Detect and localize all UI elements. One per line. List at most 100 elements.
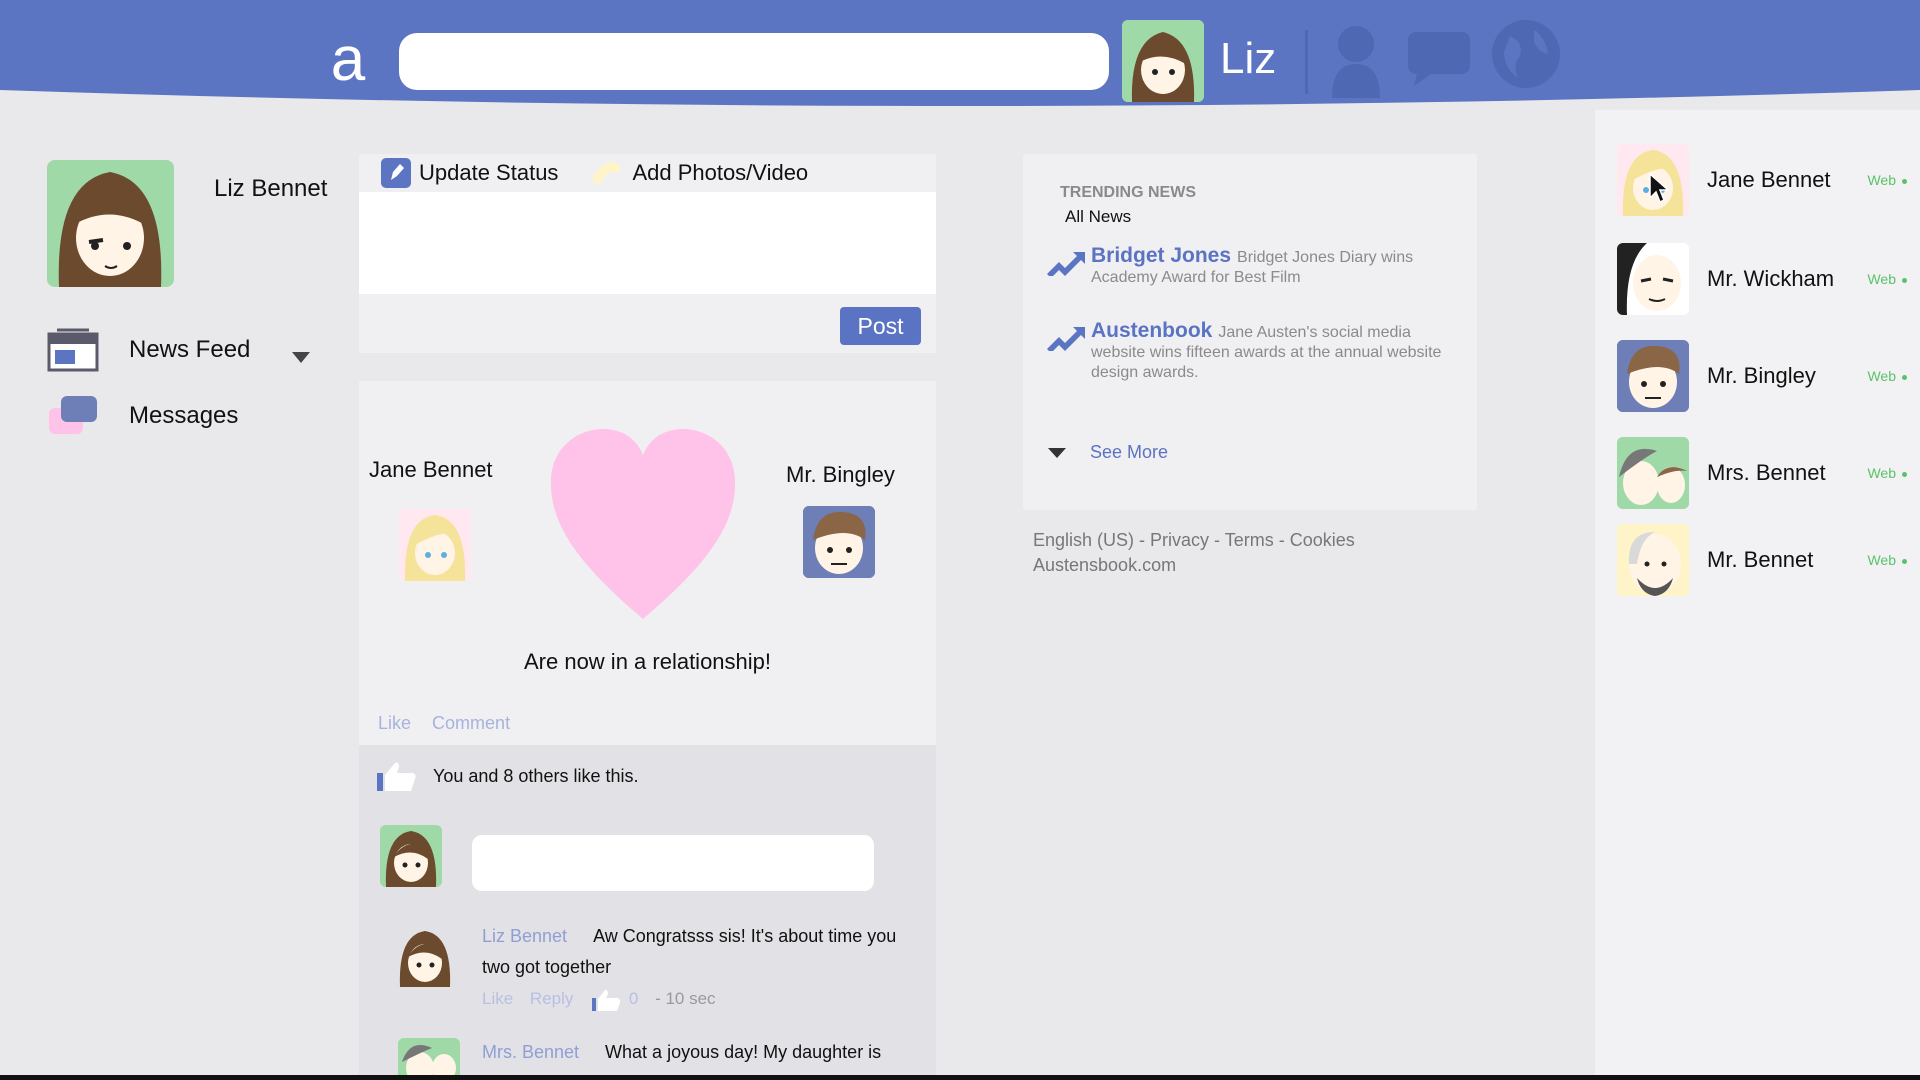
mrs-bennet-avatar-icon [1617,437,1689,509]
top-bar: a Liz [0,0,1920,118]
online-status: Web [1867,271,1907,287]
comment-like-link[interactable]: Like [482,989,513,1008]
status-textarea[interactable] [359,192,936,294]
friend-avatar [1617,340,1689,412]
messages-icon [49,396,97,434]
likes-text: You and 8 others like this. [433,765,639,786]
liz-avatar-icon [1122,20,1204,102]
friend-item-mr-wickham[interactable]: Mr. Wickham Web [1617,243,1907,315]
header-divider [1305,30,1308,94]
trending-arrow-icon [1047,327,1085,351]
like-link[interactable]: Like [378,713,411,733]
friend-name: Mr. Wickham [1707,266,1835,291]
bingley-avatar-icon [1617,340,1689,412]
profile-avatar[interactable] [47,160,174,287]
chevron-down-icon [1048,447,1066,458]
comment: Mrs. Bennet What a joyous day! My daughte… [482,1037,912,1068]
jane-avatar-icon [399,509,471,581]
see-more-label: See More [1090,442,1169,462]
thumbs-up-icon [377,762,416,791]
comment-avatar[interactable] [398,1038,460,1080]
wickham-avatar-icon [1617,243,1689,315]
friend-avatar [1617,243,1689,315]
comment-avatar[interactable] [394,925,456,987]
relationship-story: Jane Bennet Mr. Bingley Are now in a rel… [359,381,936,745]
trending-item[interactable]: Austenbook Jane Austen's social media web… [1045,319,1445,383]
friend-name: Mrs. Bennet [1707,460,1826,485]
messages-icon[interactable] [1406,30,1472,86]
footer-site: Austensbook.com [1033,555,1177,575]
comment-input[interactable] [472,835,874,891]
comment-timestamp: - 10 sec [655,989,716,1008]
friend-item-mrs-bennet[interactable]: Mrs. Bennet Web [1617,437,1907,509]
online-status: Web [1867,172,1907,188]
footer: English (US) - Privacy - Terms - Cookies… [1033,528,1355,578]
online-status: Web [1867,465,1907,481]
liz-avatar-icon [394,925,456,987]
trending-item-title[interactable]: Bridget Jones [1091,244,1231,267]
friend-name: Jane Bennet [1707,167,1831,192]
bingley-avatar-icon [803,506,875,578]
svg-text:a: a [331,30,366,90]
tab-label: Update Status [419,160,559,185]
bingley-avatar[interactable] [803,506,875,578]
search-input[interactable] [399,33,1109,90]
comment-like-count: 0 [628,989,639,1008]
friend-item-mr-bennet[interactable]: Mr. Bennet Web [1617,524,1907,596]
bottom-edge [0,1075,1920,1080]
mr-bennet-avatar-icon [1617,524,1689,596]
footer-links[interactable]: English (US) - Privacy - Terms - Cookies [1033,528,1355,553]
online-status: Web [1867,368,1907,384]
comment-author[interactable]: Mrs. Bennet [482,1042,579,1062]
news-feed-icon [47,328,99,372]
header-avatar[interactable] [1122,20,1204,102]
chevron-down-icon[interactable] [292,352,310,363]
composer-tabs: Update Status Add Photos/Video [359,154,936,192]
post-button[interactable]: Post [840,307,921,345]
online-status: Web [1867,552,1907,568]
friend-name: Mr. Bingley [1707,363,1816,388]
header-user-name[interactable]: Liz [1220,34,1276,84]
trending-item-title[interactable]: Austenbook [1091,319,1212,342]
heart-icon [550,429,736,619]
profile-name[interactable]: Liz Bennet [214,175,327,203]
notifications-globe-icon[interactable] [1490,18,1562,90]
trending-arrow-icon [1047,252,1085,276]
nav-item-messages[interactable]: Messages [47,394,238,438]
comment-text: What a joyous day! My daughter is [605,1042,882,1062]
comment-composer-avatar [380,825,442,887]
story-feedback: You and 8 others like this. Liz Bennet Aw… [359,745,936,1080]
friend-item-mr-bingley[interactable]: Mr. Bingley Web [1617,340,1907,412]
trending-heading: TRENDING NEWS [1060,184,1196,201]
trending-subheading[interactable]: All News [1065,207,1131,227]
photo-icon [592,162,621,184]
friends-icon[interactable] [1328,20,1384,98]
story-left-name[interactable]: Jane Bennet [369,457,493,483]
relationship-text: Are now in a relationship! [523,649,772,674]
mouse-cursor-icon [1649,172,1670,204]
liz-avatar-icon [47,160,174,287]
trending-item[interactable]: Bridget Jones Bridget Jones Diary wins Ac… [1045,244,1445,288]
friend-name: Mr. Bennet [1707,547,1814,572]
mrs-bennet-avatar-icon [398,1038,460,1080]
trending-news-panel: TRENDING NEWS All News Bridget Jones Brid… [1023,154,1477,510]
story-actions: Like Comment [378,713,526,734]
nav-item-news-feed[interactable]: News Feed [47,328,250,372]
see-more-link[interactable]: See More [1048,442,1168,463]
comment-link[interactable]: Comment [432,713,510,733]
nav-item-label: News Feed [129,336,251,363]
thumbs-up-icon [592,989,621,1011]
comment-reply-link[interactable]: Reply [530,989,573,1008]
logo-icon[interactable]: a [318,30,378,90]
story-right-name[interactable]: Mr. Bingley [786,462,895,488]
pencil-icon [381,158,411,188]
comment-author[interactable]: Liz Bennet [482,926,567,946]
comment: Liz Bennet Aw Congratsss sis! It's about … [482,921,912,1014]
tab-add-photos[interactable]: Add Photos/Video [590,158,808,188]
tab-update-status[interactable]: Update Status [381,158,558,188]
likes-summary: You and 8 others like this. [375,759,638,793]
jane-avatar[interactable] [399,509,471,581]
liz-avatar-icon [380,825,442,887]
tab-label: Add Photos/Video [632,160,809,185]
comment-meta: Like Reply 0 - 10 sec [482,983,912,1014]
